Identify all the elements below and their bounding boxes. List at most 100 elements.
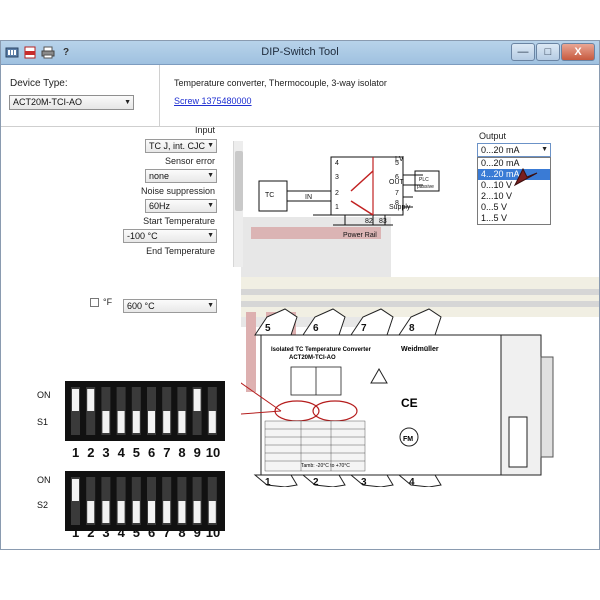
- ce-mark: CE: [401, 396, 418, 410]
- fahrenheit-label: °F: [103, 297, 113, 307]
- chevron-down-icon: ▼: [124, 99, 131, 106]
- s1-switch-lever-9[interactable]: [193, 389, 201, 411]
- s1-number-3: 3: [102, 445, 109, 460]
- module-number-4: 4: [409, 477, 415, 487]
- s2-switch-lever-3[interactable]: [102, 501, 110, 523]
- plc-label: PLC: [419, 177, 429, 183]
- s1-number-5: 5: [133, 445, 140, 460]
- terminal-3: 3: [335, 174, 339, 181]
- fm-mark: FM: [403, 436, 413, 443]
- output-select[interactable]: 0...20 mA ▼: [477, 143, 551, 157]
- output-option[interactable]: 1...5 V: [478, 213, 550, 224]
- input-type-value: TC J, int. CJC: [149, 141, 206, 151]
- panel-divider: [159, 65, 160, 127]
- s1-switch-lever-4[interactable]: [117, 411, 125, 433]
- output-option[interactable]: 0...5 V: [478, 202, 550, 213]
- s2-switch-lever-5[interactable]: [132, 501, 140, 523]
- s1-switch-lever-8[interactable]: [178, 411, 186, 433]
- s2-switch-lever-4[interactable]: [117, 501, 125, 523]
- device-panel: Device Type: ACT20M-TCI-AO ▼ Temperature…: [1, 65, 599, 127]
- s1-switch-lever-6[interactable]: [148, 411, 155, 433]
- s1-switch-lever-2[interactable]: [87, 389, 95, 411]
- title-bar: ? DIP-Switch Tool — □ X: [1, 41, 599, 65]
- s1-number-8: 8: [178, 445, 185, 460]
- device-label-title: Isolated TC Temperature Converter: [271, 347, 372, 353]
- s1-number-9: 9: [194, 445, 201, 460]
- s2-number-9: 9: [194, 525, 201, 539]
- s1-switch-lever-7[interactable]: [163, 411, 171, 433]
- passive-label: passive: [417, 184, 434, 190]
- start-temperature-label: Start Temperature: [143, 216, 215, 226]
- device-datasheet-link[interactable]: Screw 1375480000: [174, 96, 252, 106]
- s2-switch-lever-9[interactable]: [193, 501, 201, 523]
- output-label: Output: [479, 131, 507, 141]
- fahrenheit-checkbox[interactable]: [90, 298, 99, 307]
- wiring-diagram: TC IN OUT I,V PLC passive Supply Power R…: [258, 156, 440, 239]
- device-description: Temperature converter, Thermocouple, 3-w…: [174, 78, 387, 88]
- chevron-down-icon: ▼: [207, 142, 214, 149]
- chevron-down-icon: ▼: [207, 232, 214, 239]
- end-temperature-select[interactable]: 600 °C ▼: [123, 299, 217, 313]
- s2-switch-lever-10[interactable]: [208, 501, 216, 523]
- s1-switch-lever-3[interactable]: [102, 411, 110, 433]
- noise-suppression-select[interactable]: 60Hz ▼: [145, 199, 217, 213]
- close-button[interactable]: X: [561, 43, 595, 61]
- s2-switch-lever-1[interactable]: [72, 479, 79, 501]
- terminal-7: 7: [395, 190, 399, 197]
- s2-number-1: 1: [72, 525, 79, 539]
- device-type-select[interactable]: ACT20M-TCI-AO ▼: [9, 95, 134, 110]
- module-number-2: 2: [313, 477, 319, 487]
- s2-number-10: 10: [206, 525, 220, 539]
- s1-on-label: ON: [37, 390, 51, 400]
- main-content: 5 6 7 8 1 2 3 4 Isolated TC Temperature …: [1, 127, 599, 549]
- s2-switch-lever-2[interactable]: [87, 501, 95, 523]
- terminal-6: 6: [395, 174, 399, 181]
- sensor-error-select[interactable]: none ▼: [145, 169, 217, 183]
- scrollbar-thumb[interactable]: [235, 151, 243, 211]
- s2-switch-lever-8[interactable]: [178, 501, 186, 523]
- module-number-7: 7: [361, 323, 367, 334]
- start-temperature-value: -100 °C: [127, 231, 158, 241]
- s1-number-6: 6: [148, 445, 155, 460]
- input-label: Input: [194, 127, 215, 135]
- terminal-8: 8: [395, 200, 399, 207]
- terminal-5: 5: [395, 160, 399, 167]
- terminal-4: 4: [335, 160, 339, 167]
- s1-switch-lever-10[interactable]: [208, 411, 216, 433]
- minimize-button[interactable]: —: [511, 43, 535, 61]
- terminal-2: 2: [335, 190, 339, 197]
- sensor-error-value: none: [149, 171, 170, 181]
- device-type-label: Device Type:: [10, 78, 68, 89]
- dip-switch-panel: ON S1 ON S2 1 2 3 4 5 6 7 8 9 10 1 2 3 4 5 6 7 8 9 10: [37, 381, 225, 539]
- s2-switch-lever-7[interactable]: [163, 501, 171, 523]
- end-temperature-label: End Temperature: [146, 246, 215, 256]
- s1-number-1: 1: [72, 445, 79, 460]
- input-type-select[interactable]: TC J, int. CJC ▼: [145, 139, 217, 153]
- chevron-down-icon: ▼: [541, 146, 548, 153]
- terminal-82: 82: [365, 218, 373, 225]
- module-number-6: 6: [313, 323, 319, 334]
- s2-number-3: 3: [102, 525, 109, 539]
- supply-label: Supply: [389, 204, 411, 211]
- s2-switch-lever-6[interactable]: [148, 501, 155, 523]
- device-type-value: ACT20M-TCI-AO: [13, 97, 83, 107]
- s1-number-10: 10: [206, 445, 220, 460]
- settings-scrollbar[interactable]: [233, 141, 243, 267]
- noise-suppression-label: Noise suppression: [140, 186, 215, 196]
- output-option[interactable]: 2...10 V: [478, 191, 550, 202]
- maximize-button[interactable]: □: [536, 43, 560, 61]
- mouse-cursor-icon: [513, 167, 538, 187]
- terminal-1: 1: [335, 204, 339, 211]
- s1-number-2: 2: [87, 445, 94, 460]
- chevron-down-icon: ▼: [207, 202, 214, 209]
- s2-number-5: 5: [133, 525, 140, 539]
- s1-switch-lever-1[interactable]: [72, 389, 79, 411]
- s2-number-8: 8: [178, 525, 185, 539]
- module-number-3: 3: [361, 477, 367, 487]
- start-temperature-select[interactable]: -100 °C ▼: [123, 229, 217, 243]
- s2-number-2: 2: [87, 525, 94, 539]
- module-number-8: 8: [409, 323, 415, 334]
- s1-switch-lever-5[interactable]: [132, 411, 140, 433]
- s2-label: S2: [37, 500, 48, 510]
- in-label: IN: [305, 194, 312, 201]
